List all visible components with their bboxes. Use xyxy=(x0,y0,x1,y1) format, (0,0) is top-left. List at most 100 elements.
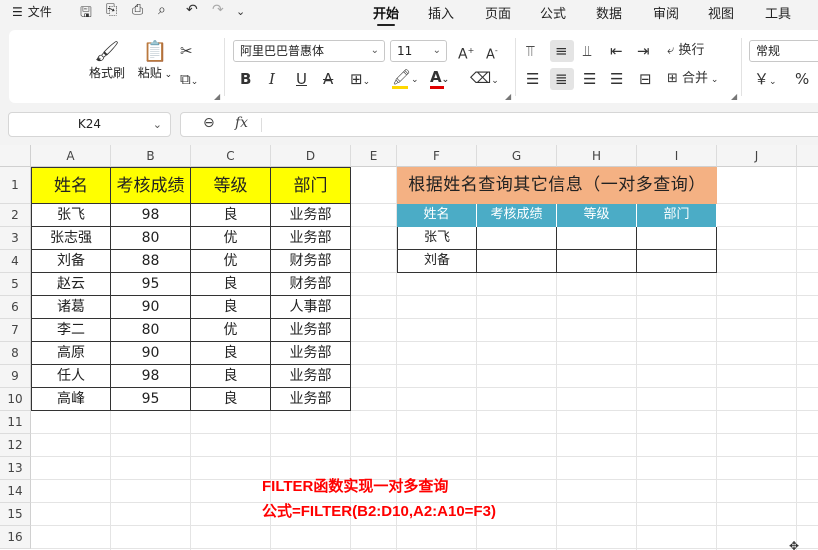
source-data-cell[interactable]: 业务部 xyxy=(271,388,351,411)
column-header-b[interactable]: B xyxy=(111,145,191,167)
merge-button[interactable]: ⊞ 合并 ⌄ xyxy=(667,70,718,89)
source-data-cell[interactable]: 业务部 xyxy=(271,365,351,388)
source-data-cell[interactable]: 业务部 xyxy=(271,227,351,250)
row-header-11[interactable]: 11 xyxy=(0,411,31,434)
source-data-cell[interactable]: 98 xyxy=(111,365,191,388)
align-top-icon[interactable]: ⫪ xyxy=(526,42,534,60)
tab-home[interactable]: 开始 xyxy=(373,3,399,26)
column-header-i[interactable]: I xyxy=(637,145,717,167)
row-header-10[interactable]: 10 xyxy=(0,388,31,411)
tab-view[interactable]: 视图 xyxy=(708,3,734,22)
decrease-indent-icon[interactable]: ⇤ xyxy=(610,42,623,60)
align-bottom-icon[interactable]: ⫫ xyxy=(583,42,591,60)
alignment-launcher-icon[interactable]: ◢ xyxy=(731,92,737,101)
source-data-cell[interactable]: 良 xyxy=(191,342,271,365)
source-data-cell[interactable]: 张志强 xyxy=(31,227,111,250)
name-box[interactable]: K24 ⌄ xyxy=(8,112,171,137)
tab-insert[interactable]: 插入 xyxy=(428,3,454,22)
query-title-cell[interactable]: 根据姓名查询其它信息（一对多查询） xyxy=(397,167,717,204)
tab-tools[interactable]: 工具 xyxy=(765,3,791,22)
query-header-cell[interactable]: 考核成绩 xyxy=(477,204,557,227)
hamburger-icon[interactable]: ☰ xyxy=(12,5,23,19)
source-data-cell[interactable]: 张飞 xyxy=(31,204,111,227)
source-data-cell[interactable]: 良 xyxy=(191,296,271,319)
cut-icon[interactable]: ✂ xyxy=(180,42,193,60)
save-icon[interactable]: 🖫 xyxy=(80,2,92,26)
source-data-cell[interactable]: 高峰 xyxy=(31,388,111,411)
print-preview-icon[interactable]: ⌕ xyxy=(158,2,166,18)
source-data-cell[interactable]: 业务部 xyxy=(271,319,351,342)
column-header-next[interactable] xyxy=(797,145,818,167)
italic-icon[interactable]: I xyxy=(269,70,275,88)
source-header-cell[interactable]: 姓名 xyxy=(31,167,111,204)
column-header-f[interactable]: F xyxy=(397,145,477,167)
source-data-cell[interactable]: 财务部 xyxy=(271,273,351,296)
chevron-down-icon[interactable]: ⌄ xyxy=(236,5,245,18)
row-header-3[interactable]: 3 xyxy=(0,227,31,250)
row-header-8[interactable]: 8 xyxy=(0,342,31,365)
increase-indent-icon[interactable]: ⇥ xyxy=(637,42,650,60)
query-header-cell[interactable]: 等级 xyxy=(557,204,637,227)
row-header-12[interactable]: 12 xyxy=(0,434,31,457)
column-header-a[interactable]: A xyxy=(31,145,111,167)
percent-button[interactable]: % xyxy=(795,70,809,88)
source-header-cell[interactable]: 部门 xyxy=(271,167,351,204)
justify-icon[interactable]: ☰ xyxy=(610,70,623,88)
source-data-cell[interactable]: 业务部 xyxy=(271,204,351,227)
row-header-16[interactable]: 16 xyxy=(0,526,31,549)
source-data-cell[interactable]: 98 xyxy=(111,204,191,227)
align-right-icon[interactable]: ☰ xyxy=(583,70,596,88)
source-data-cell[interactable]: 高原 xyxy=(31,342,111,365)
print-icon[interactable]: ⎙ xyxy=(132,2,143,18)
source-data-cell[interactable]: 任人 xyxy=(31,365,111,388)
decrease-font-icon[interactable]: A- xyxy=(486,42,498,64)
source-data-cell[interactable]: 优 xyxy=(191,250,271,273)
query-data-cell[interactable]: 张飞 xyxy=(397,227,477,250)
source-header-cell[interactable]: 考核成绩 xyxy=(111,167,191,204)
source-data-cell[interactable]: 良 xyxy=(191,365,271,388)
underline-icon[interactable]: U xyxy=(296,70,307,88)
align-left-icon[interactable]: ☰ xyxy=(526,70,539,88)
column-header-e[interactable]: E xyxy=(351,145,397,167)
query-header-cell[interactable]: 姓名 xyxy=(397,204,477,227)
source-data-cell[interactable]: 95 xyxy=(111,388,191,411)
formula-bar[interactable]: ⊖ fx xyxy=(180,112,818,137)
bold-icon[interactable]: B xyxy=(240,70,251,88)
column-header-j[interactable]: J xyxy=(717,145,797,167)
undo-icon[interactable]: ↶ xyxy=(186,2,198,18)
increase-font-icon[interactable]: A+ xyxy=(458,42,474,64)
query-data-cell[interactable] xyxy=(557,250,637,273)
row-header-9[interactable]: 9 xyxy=(0,365,31,388)
column-header-g[interactable]: G xyxy=(477,145,557,167)
zoom-icon[interactable]: ⊖ xyxy=(203,115,215,131)
export-icon[interactable]: ⎘ xyxy=(106,2,117,18)
copy-icon[interactable]: ⧉⌄ xyxy=(180,70,198,91)
source-data-cell[interactable]: 李二 xyxy=(31,319,111,342)
paste-button[interactable]: 📋 粘贴 ⌄ xyxy=(133,40,177,81)
query-data-cell[interactable]: 刘备 xyxy=(397,250,477,273)
align-middle-icon[interactable]: ≡ xyxy=(555,42,568,60)
source-data-cell[interactable]: 优 xyxy=(191,227,271,250)
source-data-cell[interactable]: 业务部 xyxy=(271,342,351,365)
source-data-cell[interactable]: 优 xyxy=(191,319,271,342)
row-header-5[interactable]: 5 xyxy=(0,273,31,296)
clipboard-launcher-icon[interactable]: ◢ xyxy=(214,92,220,101)
redo-icon[interactable]: ↷ xyxy=(212,2,224,18)
source-data-cell[interactable]: 90 xyxy=(111,342,191,365)
font-name-select[interactable]: 阿里巴巴普惠体 ⌄ xyxy=(233,40,385,62)
align-center-icon[interactable]: ≣ xyxy=(555,70,568,88)
clear-format-icon[interactable]: ⌫⌄ xyxy=(470,69,499,90)
column-header-c[interactable]: C xyxy=(191,145,271,167)
distributed-icon[interactable]: ⊟ xyxy=(639,70,652,88)
row-header-15[interactable]: 15 xyxy=(0,503,31,526)
source-header-cell[interactable]: 等级 xyxy=(191,167,271,204)
row-header-1[interactable]: 1 xyxy=(0,167,31,204)
fx-icon[interactable]: fx xyxy=(235,115,248,131)
row-header-2[interactable]: 2 xyxy=(0,204,31,227)
query-data-cell[interactable] xyxy=(477,227,557,250)
source-data-cell[interactable]: 80 xyxy=(111,319,191,342)
query-data-cell[interactable] xyxy=(557,227,637,250)
source-data-cell[interactable]: 95 xyxy=(111,273,191,296)
query-data-cell[interactable] xyxy=(477,250,557,273)
row-header-4[interactable]: 4 xyxy=(0,250,31,273)
